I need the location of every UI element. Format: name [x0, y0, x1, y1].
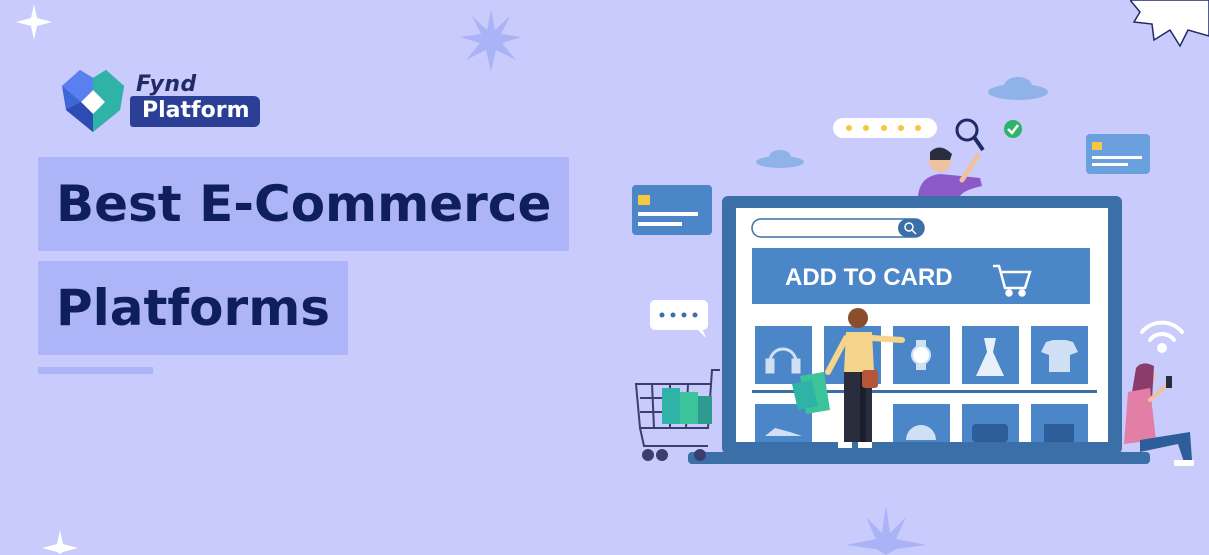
fynd-logo-icon: [62, 70, 124, 132]
chat-bubble-icon: [650, 300, 708, 338]
man-figure: [918, 147, 982, 196]
banner-text: ADD TO CARD: [785, 264, 953, 291]
wifi-icon: [1140, 320, 1184, 353]
headline-line1: Best E-Commerce: [38, 157, 570, 251]
sitting-woman-figure: [1124, 363, 1194, 466]
cloud-icon: [988, 77, 1048, 100]
logo-brand-line1: Fynd: [136, 72, 197, 97]
search-bar: [751, 218, 925, 238]
magnifier-icon: [955, 118, 985, 152]
shorts-icon: [1044, 424, 1074, 442]
ecommerce-illustration: ADD TO CARD: [632, 77, 1194, 466]
sparkle-icon: [16, 4, 52, 40]
headline-underline: [38, 367, 153, 374]
laptop-base: [688, 452, 1150, 464]
credit-card-icon: [632, 185, 712, 235]
credit-card-icon: [1086, 134, 1150, 174]
check-icon: [1004, 120, 1022, 138]
shopping-bags-icon: [662, 388, 712, 424]
headline-line2: Platforms: [38, 261, 349, 355]
sparkle-icon: [42, 530, 78, 554]
cloud-icon: [756, 150, 804, 168]
logo-brand-line2: Platform: [130, 96, 260, 127]
bag-icon: [972, 424, 1008, 442]
starburst-icon: [460, 10, 522, 72]
rating-stars-icon: [833, 118, 937, 138]
